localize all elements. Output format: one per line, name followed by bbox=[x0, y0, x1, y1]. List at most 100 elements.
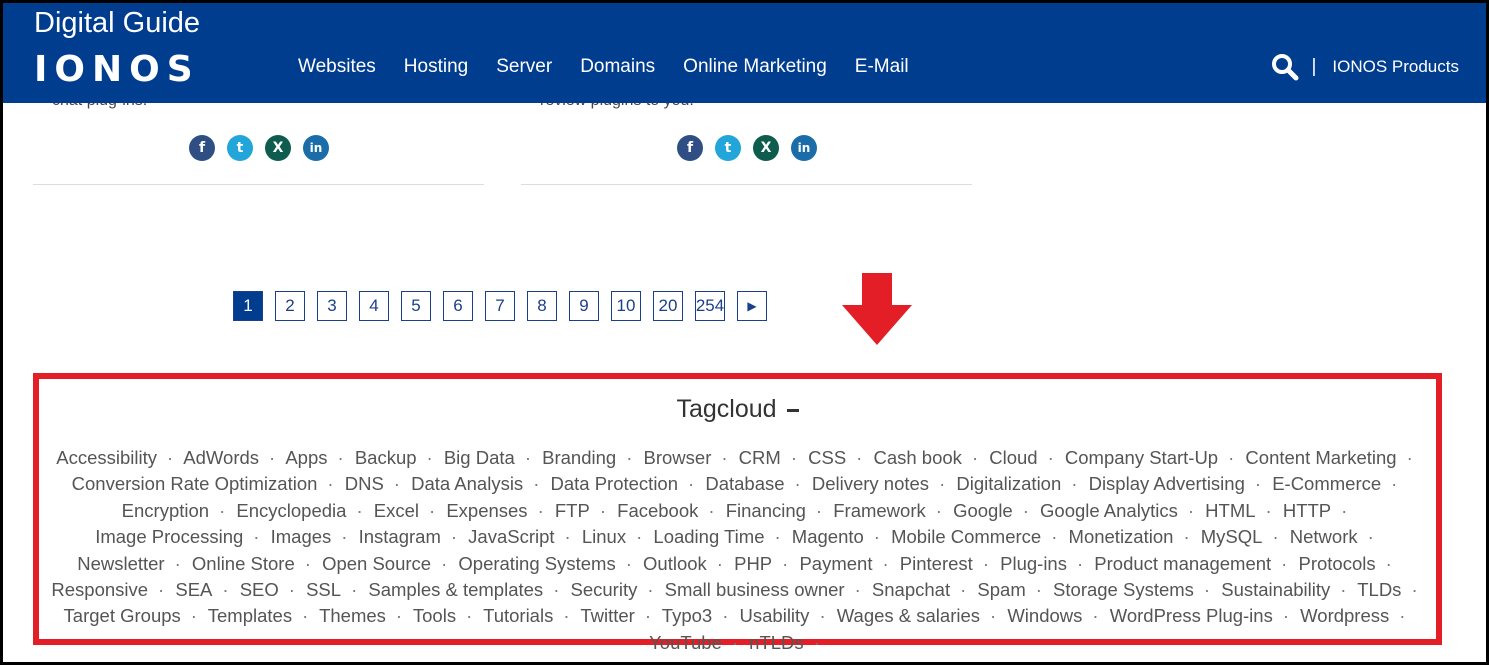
tag-link[interactable]: Google Analytics bbox=[1040, 500, 1178, 521]
page-4-button[interactable]: 4 bbox=[359, 291, 389, 321]
tag-link[interactable]: Network bbox=[1290, 526, 1358, 547]
tag-link[interactable]: Responsive bbox=[51, 579, 148, 600]
tag-link[interactable]: Conversion Rate Optimization bbox=[72, 473, 318, 494]
tag-link[interactable]: Branding bbox=[542, 447, 616, 468]
tag-link[interactable]: Apps bbox=[285, 447, 327, 468]
tag-link[interactable]: TLDs bbox=[1357, 579, 1401, 600]
tag-link[interactable]: Content Marketing bbox=[1245, 447, 1396, 468]
tag-link[interactable]: Product management bbox=[1094, 553, 1271, 574]
tag-link[interactable]: SEA bbox=[175, 579, 212, 600]
linkedin-icon[interactable]: in bbox=[303, 135, 329, 161]
tag-link[interactable]: Target Groups bbox=[64, 605, 181, 626]
page-9-button[interactable]: 9 bbox=[569, 291, 599, 321]
tag-link[interactable]: Magento bbox=[792, 526, 864, 547]
facebook-icon[interactable]: f bbox=[189, 135, 215, 161]
tag-link[interactable]: Outlook bbox=[643, 553, 707, 574]
tag-link[interactable]: Spam bbox=[977, 579, 1025, 600]
tag-link[interactable]: Database bbox=[705, 473, 784, 494]
tag-link[interactable]: Framework bbox=[833, 500, 926, 521]
tag-link[interactable]: Wordpress bbox=[1300, 605, 1389, 626]
tag-link[interactable]: Tutorials bbox=[483, 605, 553, 626]
nav-item-server[interactable]: Server bbox=[496, 56, 552, 78]
tag-link[interactable]: Data Analysis bbox=[411, 473, 523, 494]
tag-link[interactable]: Data Protection bbox=[551, 473, 679, 494]
tag-link[interactable]: WordPress Plug-ins bbox=[1110, 605, 1273, 626]
collapse-icon[interactable] bbox=[786, 408, 799, 412]
tag-link[interactable]: HTML bbox=[1205, 500, 1255, 521]
tag-link[interactable]: YouTube bbox=[649, 632, 722, 653]
ionos-logo[interactable]: IONOS bbox=[34, 49, 200, 90]
tag-link[interactable]: Pinterest bbox=[900, 553, 973, 574]
nav-item-websites[interactable]: Websites bbox=[298, 56, 376, 78]
tag-link[interactable]: HTTP bbox=[1283, 500, 1331, 521]
next-page-icon[interactable]: ▶ bbox=[737, 291, 767, 321]
tag-link[interactable]: Instagram bbox=[359, 526, 441, 547]
tag-link[interactable]: Plug-ins bbox=[1000, 553, 1067, 574]
page-7-button[interactable]: 7 bbox=[485, 291, 515, 321]
tag-link[interactable]: CSS bbox=[808, 447, 846, 468]
tag-link[interactable]: Cloud bbox=[989, 447, 1037, 468]
tag-link[interactable]: Sustainability bbox=[1221, 579, 1330, 600]
page-3-button[interactable]: 3 bbox=[317, 291, 347, 321]
twitter-icon[interactable]: t bbox=[227, 135, 253, 161]
tag-link[interactable]: Display Advertising bbox=[1089, 473, 1245, 494]
tag-link[interactable]: JavaScript bbox=[468, 526, 554, 547]
page-6-button[interactable]: 6 bbox=[443, 291, 473, 321]
tag-link[interactable]: Browser bbox=[644, 447, 712, 468]
tag-link[interactable]: Big Data bbox=[444, 447, 515, 468]
tag-link[interactable]: FTP bbox=[555, 500, 590, 521]
tag-link[interactable]: Linux bbox=[582, 526, 626, 547]
nav-item-domains[interactable]: Domains bbox=[580, 56, 655, 78]
tag-link[interactable]: Storage Systems bbox=[1053, 579, 1194, 600]
page-5-button[interactable]: 5 bbox=[401, 291, 431, 321]
nav-item-online-marketing[interactable]: Online Marketing bbox=[683, 56, 827, 78]
tag-link[interactable]: Operating Systems bbox=[458, 553, 615, 574]
page-2-button[interactable]: 2 bbox=[275, 291, 305, 321]
tag-link[interactable]: Mobile Commerce bbox=[891, 526, 1041, 547]
tag-link[interactable]: Protocols bbox=[1298, 553, 1375, 574]
search-icon[interactable] bbox=[1271, 53, 1299, 81]
tag-link[interactable]: Cash book bbox=[873, 447, 961, 468]
tag-link[interactable]: Security bbox=[571, 579, 638, 600]
tag-link[interactable]: Wages & salaries bbox=[837, 605, 980, 626]
tag-link[interactable]: Payment bbox=[799, 553, 872, 574]
tag-link[interactable]: Loading Time bbox=[653, 526, 764, 547]
tag-link[interactable]: Newsletter bbox=[77, 553, 164, 574]
page-254-button[interactable]: 254 bbox=[695, 291, 725, 321]
tag-link[interactable]: Samples & templates bbox=[368, 579, 543, 600]
tag-link[interactable]: nTLDs bbox=[749, 632, 804, 653]
tag-link[interactable]: Online Store bbox=[192, 553, 295, 574]
tag-link[interactable]: Images bbox=[271, 526, 332, 547]
nav-item-e-mail[interactable]: E-Mail bbox=[855, 56, 909, 78]
tag-link[interactable]: Financing bbox=[726, 500, 806, 521]
page-10-button[interactable]: 10 bbox=[611, 291, 641, 321]
page-1-button[interactable]: 1 bbox=[233, 291, 263, 321]
tag-link[interactable]: Snapchat bbox=[872, 579, 950, 600]
page-20-button[interactable]: 20 bbox=[653, 291, 683, 321]
tag-link[interactable]: MySQL bbox=[1201, 526, 1263, 547]
tag-link[interactable]: Expenses bbox=[446, 500, 527, 521]
linkedin-icon[interactable]: in bbox=[791, 135, 817, 161]
tag-link[interactable]: SSL bbox=[306, 579, 341, 600]
tag-link[interactable]: Facebook bbox=[617, 500, 698, 521]
tag-link[interactable]: Windows bbox=[1007, 605, 1082, 626]
tag-link[interactable]: Image Processing bbox=[95, 526, 243, 547]
tag-link[interactable]: Delivery notes bbox=[812, 473, 929, 494]
tag-link[interactable]: AdWords bbox=[183, 447, 259, 468]
xing-icon[interactable]: X bbox=[265, 135, 291, 161]
tag-link[interactable]: PHP bbox=[734, 553, 772, 574]
tag-link[interactable]: Tools bbox=[413, 605, 456, 626]
tag-link[interactable]: Small business owner bbox=[665, 579, 845, 600]
twitter-icon[interactable]: t bbox=[715, 135, 741, 161]
tag-link[interactable]: Google bbox=[953, 500, 1013, 521]
tag-link[interactable]: Digitalization bbox=[956, 473, 1061, 494]
nav-item-hosting[interactable]: Hosting bbox=[404, 56, 468, 78]
tag-link[interactable]: DNS bbox=[345, 473, 384, 494]
tag-link[interactable]: Usability bbox=[740, 605, 810, 626]
tag-link[interactable]: Backup bbox=[355, 447, 417, 468]
tag-link[interactable]: Templates bbox=[208, 605, 292, 626]
tag-link[interactable]: Open Source bbox=[322, 553, 431, 574]
tag-link[interactable]: Twitter bbox=[580, 605, 634, 626]
tag-link[interactable]: Typo3 bbox=[662, 605, 712, 626]
tag-link[interactable]: Accessibility bbox=[56, 447, 157, 468]
